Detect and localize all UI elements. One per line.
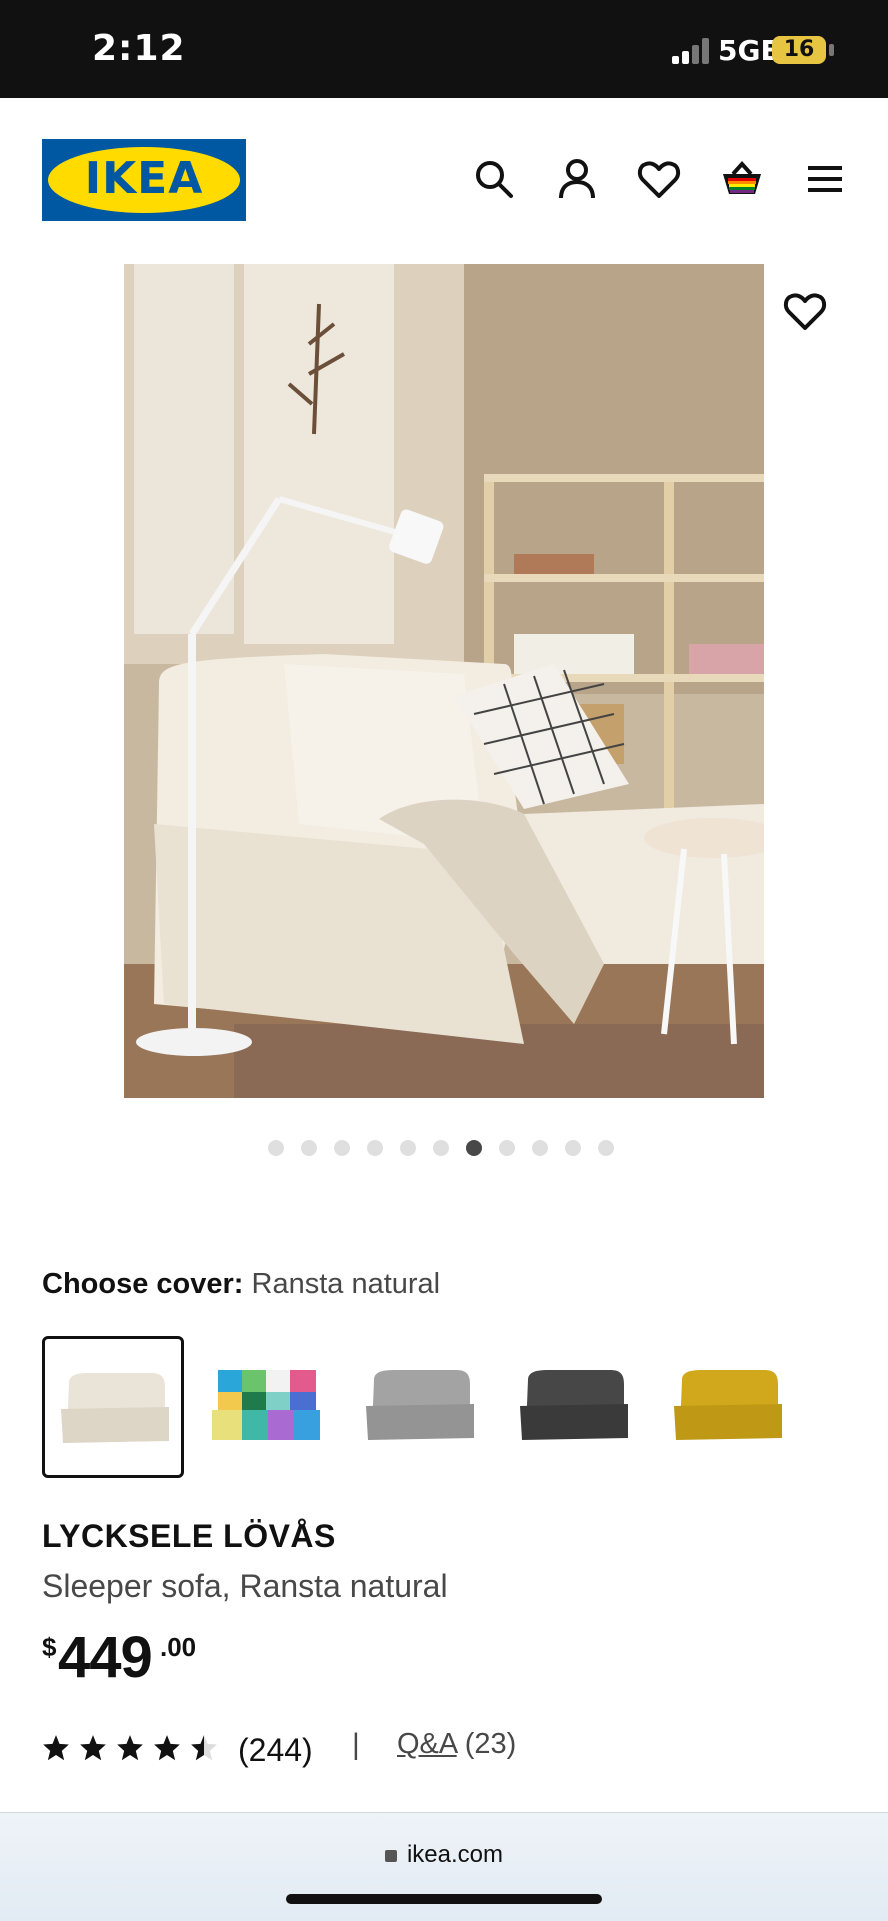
pagination-dot[interactable]: [565, 1140, 581, 1156]
lock-icon: [384, 1850, 397, 1862]
star-icon: [80, 1735, 106, 1761]
pagination-dot[interactable]: [598, 1140, 614, 1156]
network-type: 5GE: [718, 34, 780, 67]
menu-icon[interactable]: [802, 156, 848, 202]
pagination-dot[interactable]: [433, 1140, 449, 1156]
pagination-dot[interactable]: [367, 1140, 383, 1156]
cart-icon[interactable]: [719, 156, 765, 202]
logo-text: IKEA: [84, 153, 204, 204]
cover-option-ransta-natural[interactable]: [42, 1336, 184, 1478]
pagination-dot-active[interactable]: [466, 1140, 482, 1156]
browser-address-bar[interactable]: ikea.com: [0, 1812, 888, 1921]
price-decimal: .00: [160, 1632, 197, 1662]
star-icon: [154, 1735, 180, 1761]
cover-option-multicolor[interactable]: [196, 1336, 338, 1478]
search-icon[interactable]: [471, 156, 517, 202]
gallery-pagination: [268, 1140, 628, 1160]
profile-icon[interactable]: [554, 156, 600, 202]
pagination-dot[interactable]: [532, 1140, 548, 1156]
cover-label-title: Choose cover:: [42, 1268, 244, 1300]
rating-count[interactable]: (244): [238, 1732, 313, 1769]
cover-selected-value: Ransta natural: [251, 1268, 441, 1300]
product-description: Sleeper sofa, Ransta natural: [42, 1568, 448, 1604]
status-time: 2:12: [92, 28, 186, 69]
cover-option-gray[interactable]: [350, 1336, 492, 1478]
cover-option-dark-gray[interactable]: [504, 1336, 646, 1478]
price-integer: 449: [58, 1625, 153, 1690]
rating-separator: |: [352, 1728, 360, 1761]
wishlist-icon[interactable]: [636, 156, 682, 202]
home-indicator[interactable]: [286, 1894, 602, 1904]
qa-link[interactable]: Q&A (23): [397, 1728, 516, 1761]
half-star-icon: [191, 1735, 217, 1761]
pagination-dot[interactable]: [400, 1140, 416, 1156]
pagination-dot[interactable]: [301, 1140, 317, 1156]
pagination-dot[interactable]: [499, 1140, 515, 1156]
ikea-logo[interactable]: IKEA: [42, 139, 246, 221]
battery-tip: [829, 44, 834, 56]
status-bar: 2:12 5GE 16: [0, 0, 888, 98]
favorite-heart-icon[interactable]: [782, 288, 828, 334]
battery-icon: 16: [772, 36, 826, 64]
qa-link-label[interactable]: Q&A: [397, 1728, 457, 1760]
cover-option-yellow[interactable]: [658, 1336, 800, 1478]
cover-label: Choose cover: Ransta natural: [42, 1268, 440, 1301]
signal-icon: [672, 38, 712, 64]
product-name: LYCKSELE LÖVÅS: [42, 1518, 336, 1554]
site-header: IKEA: [0, 98, 888, 258]
product-image[interactable]: [124, 264, 764, 1098]
pagination-dot[interactable]: [334, 1140, 350, 1156]
star-icon: [43, 1735, 69, 1761]
star-icon: [117, 1735, 143, 1761]
pagination-dot[interactable]: [268, 1140, 284, 1156]
qa-count: (23): [464, 1728, 517, 1760]
url-display[interactable]: ikea.com: [0, 1841, 888, 1869]
price-currency: $: [42, 1632, 57, 1662]
url-text: ikea.com: [406, 1841, 504, 1868]
